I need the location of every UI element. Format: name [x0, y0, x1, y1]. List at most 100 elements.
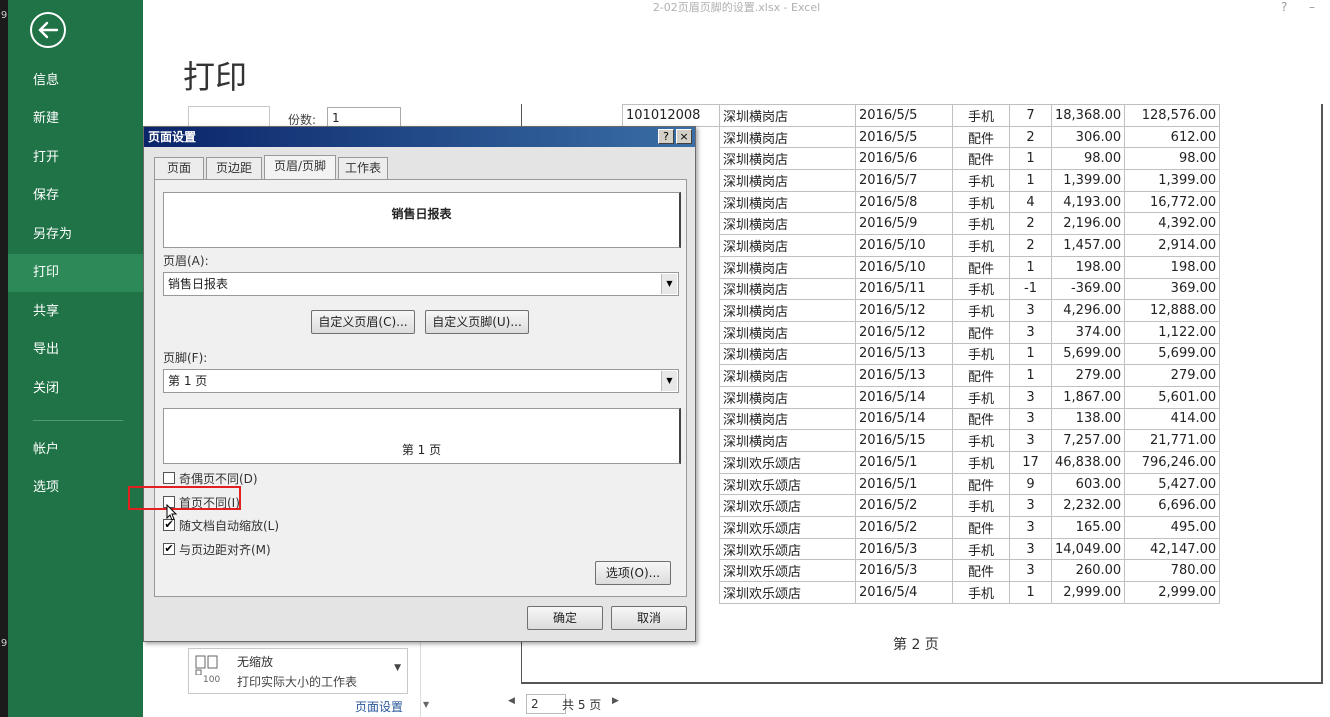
cell-store: 深圳横岗店: [719, 385, 856, 409]
scaling-icon-label: 100: [203, 675, 221, 685]
table-row: 深圳横岗店 2016/5/13 手机 1 5,699.00 5,699.00: [622, 342, 1221, 366]
dialog-help-button[interactable]: ?: [658, 129, 674, 144]
cell-type: 手机: [952, 451, 1010, 474]
cell-amount: 5,427.00: [1124, 472, 1221, 496]
nav-print[interactable]: 打印: [8, 254, 143, 292]
strip-marker-top: 9: [0, 10, 8, 21]
nav-export[interactable]: 导出: [8, 331, 143, 369]
custom-footer-button[interactable]: 自定义页脚(U)...: [425, 310, 529, 334]
cell-amount: 279.00: [1124, 364, 1221, 387]
nav-save-as[interactable]: 另存为: [8, 216, 143, 254]
back-button[interactable]: [30, 12, 66, 48]
nav-save[interactable]: 保存: [8, 177, 143, 215]
ok-button[interactable]: 确定: [527, 606, 603, 630]
cell-price: 279.00: [1050, 364, 1126, 387]
table-row: 深圳横岗店 2016/5/12 手机 3 4,296.00 12,888.00: [622, 299, 1221, 322]
prev-page-icon[interactable]: ◀: [508, 696, 515, 706]
custom-header-button[interactable]: 自定义页眉(C)...: [311, 310, 415, 334]
options-button[interactable]: 选项(O)...: [595, 561, 671, 585]
cell-store: 深圳横岗店: [719, 212, 856, 236]
table-row: 深圳欢乐颂店 2016/5/1 配件 9 603.00 5,427.00: [622, 472, 1221, 496]
cell-date: 2016/5/7: [855, 169, 953, 192]
cell-type: 配件: [952, 472, 1010, 496]
chevron-down-icon[interactable]: ▼: [661, 274, 677, 294]
nav-account[interactable]: 帐户: [8, 431, 143, 469]
cell-date: 2016/5/10: [855, 234, 953, 257]
nav-open[interactable]: 打开: [8, 139, 143, 177]
nav-info[interactable]: 信息: [8, 62, 143, 100]
cell-price: 374.00: [1050, 320, 1126, 344]
table-row: 深圳横岗店 2016/5/7 手机 1 1,399.00 1,399.00: [622, 169, 1221, 192]
nav-share[interactable]: 共享: [8, 293, 143, 331]
table-row: 深圳欢乐颂店 2016/5/3 配件 3 260.00 780.00: [622, 559, 1221, 583]
tab-page[interactable]: 页面: [154, 157, 204, 179]
nav-options[interactable]: 选项: [8, 469, 143, 507]
footer-select[interactable]: 第 1 页 ▼: [163, 369, 679, 393]
tab-margins[interactable]: 页边距: [206, 157, 262, 179]
left-edge-strip: 9 9: [0, 0, 8, 717]
cell-amount: 4,392.00: [1124, 212, 1221, 236]
footer-preview-text: 第 1 页: [401, 443, 442, 457]
dialog-close-button[interactable]: ×: [676, 129, 692, 144]
cell-qty: 9: [1009, 472, 1052, 496]
cell-price: 18,368.00: [1050, 104, 1126, 127]
cell-store: 深圳欢乐颂店: [719, 581, 856, 604]
checkbox-box[interactable]: ✔: [163, 543, 175, 555]
nav-close[interactable]: 关闭: [8, 370, 143, 408]
cell-store: 深圳横岗店: [719, 299, 856, 322]
cell-price: 198.00: [1050, 255, 1126, 279]
highlight-box: [128, 486, 241, 510]
header-footer-panel: 销售日报表 页眉(A): 销售日报表 ▼ 自定义页眉(C)... 自定义页脚(U…: [154, 179, 687, 597]
cell-price: 98.00: [1050, 147, 1126, 171]
cell-amount: 16,772.00: [1124, 190, 1221, 214]
minimize-button[interactable]: –: [1309, 0, 1315, 14]
cell-type: 手机: [952, 342, 1010, 366]
tab-sheet[interactable]: 工作表: [338, 157, 388, 179]
nav-divider: [33, 420, 123, 421]
page-setup-link[interactable]: 页面设置: [355, 698, 403, 715]
table-row: 深圳横岗店 2016/5/13 配件 1 279.00 279.00: [622, 364, 1221, 387]
table-row: 深圳横岗店 2016/5/14 手机 3 1,867.00 5,601.00: [622, 385, 1221, 409]
cell-store: 深圳横岗店: [719, 147, 856, 171]
checkbox-box[interactable]: [163, 472, 175, 484]
cell-type: 手机: [952, 169, 1010, 192]
cell-store: 深圳横岗店: [719, 364, 856, 387]
help-button[interactable]: ?: [1281, 0, 1287, 14]
table-row: 深圳横岗店 2016/5/14 配件 3 138.00 414.00: [622, 407, 1221, 431]
cell-type: 手机: [952, 277, 1010, 301]
cell-store: 深圳欢乐颂店: [719, 516, 856, 539]
cell-date: 2016/5/14: [855, 385, 953, 409]
dialog-titlebar[interactable]: 页面设置: [144, 127, 695, 147]
nav-new[interactable]: 新建: [8, 100, 143, 138]
header-preview: 销售日报表: [163, 192, 681, 248]
cell-price: 4,193.00: [1050, 190, 1126, 214]
cell-store: 深圳横岗店: [719, 320, 856, 344]
cell-type: 配件: [952, 255, 1010, 279]
chevron-down-icon[interactable]: ▼: [661, 371, 677, 391]
next-page-icon[interactable]: ▶: [612, 696, 619, 706]
footer-preview: 第 1 页: [163, 408, 681, 464]
footer-label: 页脚(F):: [163, 351, 208, 365]
cell-qty: 3: [1009, 494, 1052, 518]
cell-qty: 1: [1009, 364, 1052, 387]
table-row: 深圳欢乐颂店 2016/5/2 手机 3 2,232.00 6,696.00: [622, 494, 1221, 518]
scaling-dropdown[interactable]: 100 无缩放 打印实际大小的工作表 ▼: [188, 648, 408, 694]
cell-amount: 612.00: [1124, 125, 1221, 149]
page-title: 打印: [183, 58, 248, 96]
cell-date: 2016/5/9: [855, 212, 953, 236]
page-number-input[interactable]: 2: [526, 694, 566, 714]
scaling-icon: 100: [195, 655, 221, 687]
cell-price: -369.00: [1050, 277, 1126, 301]
tab-header-footer[interactable]: 页眉/页脚: [264, 155, 336, 180]
scaling-title: 无缩放: [237, 655, 274, 669]
cell-date: 2016/5/11: [855, 277, 953, 301]
cell-qty: 7: [1009, 104, 1052, 127]
cell-amount: 1,122.00: [1124, 320, 1221, 344]
header-select[interactable]: 销售日报表 ▼: [163, 272, 679, 296]
cell-price: 1,457.00: [1050, 234, 1126, 257]
cell-qty: 2: [1009, 125, 1052, 149]
cell-amount: 98.00: [1124, 147, 1221, 171]
scroll-down-icon[interactable]: ▼: [423, 700, 429, 709]
dialog-title: 页面设置: [148, 130, 197, 144]
cancel-button[interactable]: 取消: [611, 606, 687, 630]
